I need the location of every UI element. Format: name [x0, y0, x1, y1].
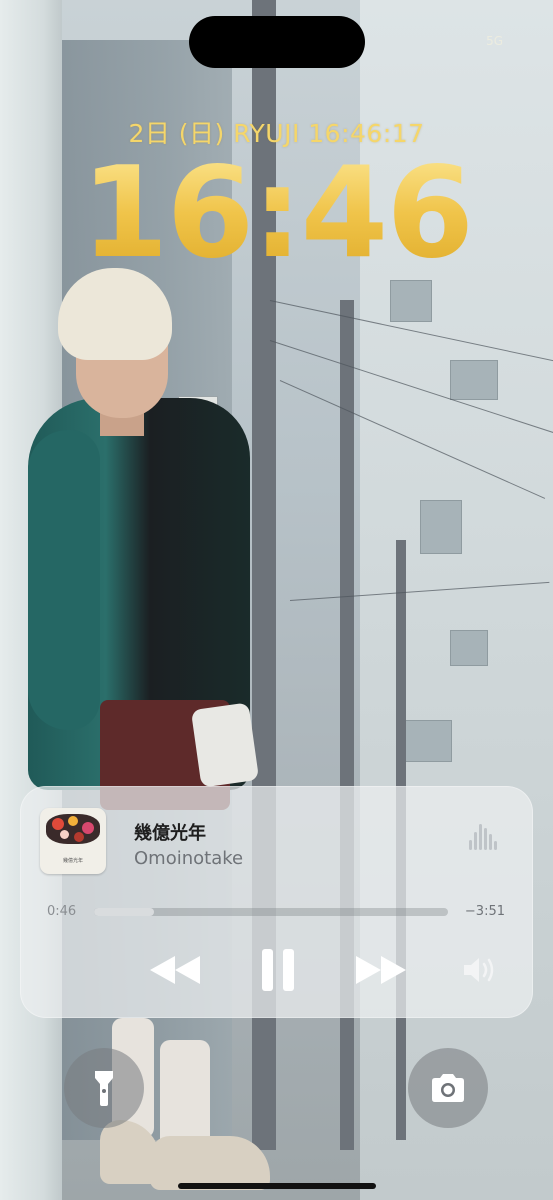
status-carrier: 5G — [486, 34, 503, 48]
wallpaper-person-paper — [190, 702, 260, 788]
pause-icon — [262, 949, 294, 991]
fast-forward-button[interactable] — [346, 946, 416, 994]
flashlight-icon — [95, 1071, 113, 1106]
home-indicator[interactable] — [178, 1183, 376, 1189]
wallpaper-pole — [340, 300, 354, 1150]
wallpaper-person-leg — [160, 1040, 210, 1150]
song-title: 幾億光年 — [134, 823, 206, 844]
playback-progress-fill — [94, 908, 155, 916]
pause-button[interactable] — [246, 942, 310, 998]
album-art[interactable]: 幾億光年 — [40, 808, 106, 874]
playback-scrubber[interactable] — [94, 908, 448, 916]
now-playing-widget[interactable]: 幾億光年 幾億光年 Omoinotake 0:46 −3:51 — [20, 786, 533, 1018]
wallpaper-person-shoe — [150, 1136, 270, 1190]
dynamic-island — [189, 16, 365, 68]
flashlight-button[interactable] — [64, 1048, 144, 1128]
time-remaining: −3:51 — [464, 904, 505, 919]
lock-time: 16:46 — [0, 150, 553, 276]
song-artist: Omoinotake — [134, 848, 244, 869]
fast-forward-icon — [356, 956, 406, 984]
speaker-icon — [464, 958, 494, 982]
wallpaper-person-sleeve — [28, 430, 100, 730]
waveform-icon[interactable] — [469, 822, 499, 850]
time-elapsed: 0:46 — [47, 904, 77, 919]
rewind-icon — [150, 956, 200, 984]
rewind-button[interactable] — [140, 946, 210, 994]
camera-icon — [432, 1074, 464, 1102]
album-art-caption: 幾億光年 — [62, 858, 83, 864]
camera-button[interactable] — [408, 1048, 488, 1128]
volume-button[interactable] — [460, 950, 500, 990]
